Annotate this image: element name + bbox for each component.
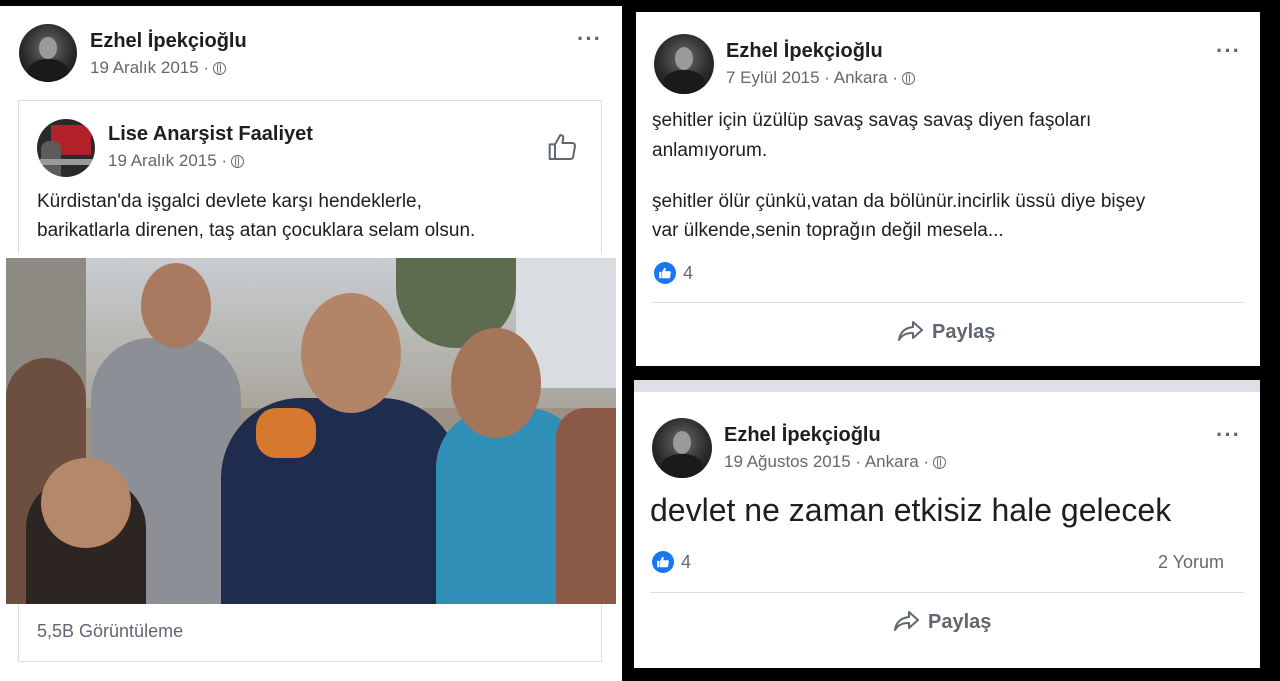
action-divider: [652, 302, 1244, 303]
share-arrow-icon: [898, 321, 923, 341]
child-right-head: [451, 328, 541, 438]
globe-icon: [901, 71, 915, 85]
page-avatar-stripe: [37, 159, 95, 165]
child-small-head: [41, 458, 131, 548]
share-label: Paylaş: [928, 611, 992, 633]
post-date[interactable]: 7 Eylül 2015 · Ankara ·: [726, 68, 915, 88]
more-dots-icon[interactable]: ···: [1216, 40, 1241, 62]
child-right-edge: [556, 408, 616, 604]
shared-post-date[interactable]: 19 Aralık 2015 ·: [108, 151, 245, 171]
view-count: 5,5B Görüntüleme: [37, 621, 184, 641]
shared-post-box[interactable]: Lise Anarşist Faaliyet 19 Aralık 2015 · …: [18, 100, 602, 254]
child-orange-collar: [256, 408, 316, 458]
avatar-face: [673, 431, 691, 454]
thumbs-up-icon[interactable]: [547, 131, 579, 168]
globe-icon: [933, 455, 947, 469]
author-avatar[interactable]: [19, 24, 77, 82]
avatar-shoulders: [663, 70, 705, 94]
more-dots-icon[interactable]: ···: [1216, 424, 1241, 446]
post-card-left: Ezhel İpekçioğlu 19 Aralık 2015 · ··· Li…: [0, 6, 622, 681]
shared-date-text: 19 Aralık 2015 ·: [108, 151, 228, 170]
post-date[interactable]: 19 Aralık 2015 ·: [90, 58, 227, 78]
post-card-right-top: Ezhel İpekçioğlu 7 Eylül 2015 · Ankara ·…: [636, 12, 1260, 366]
avatar-face: [675, 47, 693, 70]
post-text-line3: şehitler ölür çünkü,vatan da bölünür.inc…: [652, 191, 1146, 212]
post-date-text: 19 Aralık 2015 ·: [90, 58, 210, 77]
post-date-text: 7 Eylül 2015 · Ankara ·: [726, 68, 898, 87]
share-button[interactable]: Paylaş: [898, 320, 995, 344]
author-name[interactable]: Ezhel İpekçioğlu: [726, 40, 883, 63]
shared-post-text-line2: barikatlarla direnen, taş atan çocuklara…: [37, 220, 476, 241]
like-count[interactable]: 4: [681, 552, 691, 573]
post-date[interactable]: 19 Ağustos 2015 · Ankara ·: [724, 452, 947, 472]
author-avatar[interactable]: [652, 418, 712, 478]
avatar-face: [39, 36, 57, 59]
comment-count[interactable]: 2 Yorum: [1158, 552, 1224, 573]
post-text-line2: anlamıyorum.: [652, 140, 768, 161]
like-reaction-icon[interactable]: [652, 551, 674, 573]
views-box: 5,5B Görüntüleme: [18, 604, 602, 662]
globe-icon: [213, 61, 227, 75]
post-text-line4: var ülkende,senin toprağın değil mesela.…: [652, 220, 1004, 241]
action-divider: [650, 592, 1244, 593]
author-avatar[interactable]: [654, 34, 714, 94]
avatar-shoulders: [27, 58, 69, 82]
video-thumbnail[interactable]: [6, 258, 616, 604]
post-card-right-bottom: Ezhel İpekçioğlu 19 Ağustos 2015 · Ankar…: [634, 380, 1260, 668]
page-name[interactable]: Lise Anarşist Faaliyet: [108, 123, 313, 146]
shared-post-text-line1: Kürdistan'da işgalci devlete karşı hende…: [37, 191, 422, 212]
author-name[interactable]: Ezhel İpekçioğlu: [90, 30, 247, 53]
like-reaction-icon[interactable]: [654, 262, 676, 284]
child-center-head: [301, 293, 401, 413]
globe-icon: [231, 154, 245, 168]
avatar-shoulders: [661, 454, 703, 478]
like-count[interactable]: 4: [683, 263, 693, 284]
post-date-text: 19 Ağustos 2015 · Ankara ·: [724, 452, 930, 471]
post-text: devlet ne zaman etkisiz hale gelecek: [650, 492, 1172, 528]
page-avatar[interactable]: [37, 119, 95, 177]
author-name[interactable]: Ezhel İpekçioğlu: [724, 424, 881, 447]
more-dots-icon[interactable]: ···: [577, 28, 602, 50]
child-gray-head: [141, 263, 211, 348]
share-arrow-icon: [894, 611, 919, 631]
share-button[interactable]: Paylaş: [894, 610, 991, 634]
share-label: Paylaş: [932, 321, 996, 343]
post-text-line1: şehitler için üzülüp savaş savaş savaş d…: [652, 110, 1092, 131]
